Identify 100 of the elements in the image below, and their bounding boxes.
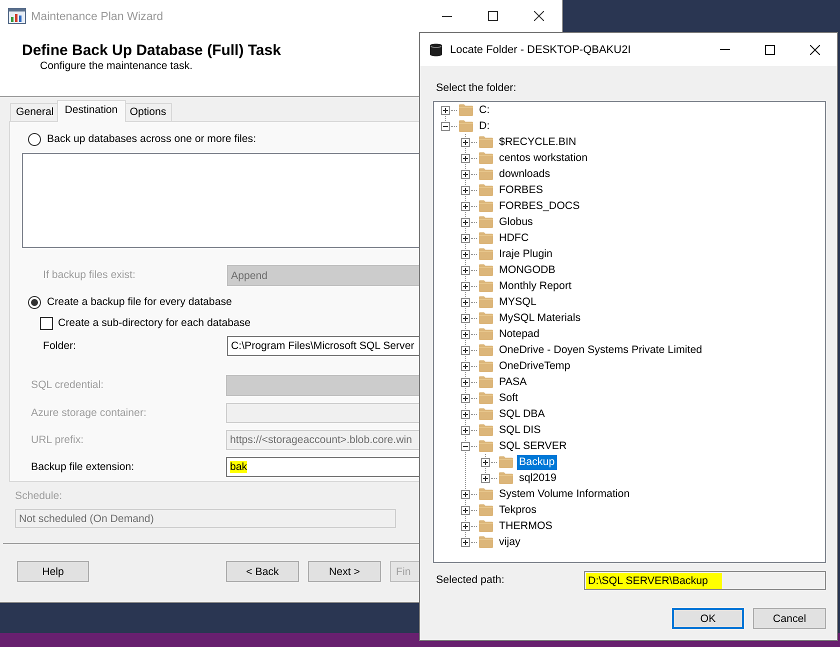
radio-button[interactable] (28, 132, 41, 146)
expand-icon[interactable] (461, 218, 470, 226)
maximize-icon (488, 11, 498, 21)
expand-icon[interactable] (461, 394, 470, 402)
expand-icon[interactable] (461, 362, 470, 370)
option-label: Create a sub-directory for each database (58, 316, 251, 330)
folder-icon (479, 344, 493, 356)
expand-icon[interactable] (481, 474, 490, 482)
field-label: Azure storage container: (31, 406, 146, 420)
tree-item[interactable]: Backup (517, 454, 557, 470)
tree-item[interactable]: SQL DBA (497, 406, 547, 422)
tree-item[interactable]: vijay (497, 534, 522, 550)
nav-button[interactable]: Next > (308, 561, 381, 582)
folder-icon (479, 392, 493, 404)
tree-item[interactable]: downloads (497, 166, 552, 182)
radio-button[interactable] (28, 296, 41, 308)
tree-item[interactable]: Tekpros (497, 502, 538, 518)
tree-item[interactable]: MYSQL (497, 294, 538, 310)
folder-icon (479, 152, 493, 164)
collapse-icon[interactable] (461, 442, 470, 450)
folder-icon (479, 264, 493, 276)
expand-icon[interactable] (461, 426, 470, 434)
window-title: Locate Folder - DESKTOP-QBAKU2I (450, 44, 631, 56)
expand-icon[interactable] (461, 202, 470, 210)
maximize-icon (764, 44, 774, 54)
window-title: Maintenance Plan Wizard (31, 10, 164, 22)
tree-item[interactable]: centos workstation (497, 150, 590, 166)
expand-icon[interactable] (481, 458, 490, 466)
expand-icon[interactable] (461, 522, 470, 530)
path-field[interactable]: D:\SQL SERVER\Backup (584, 571, 826, 590)
tree-item[interactable]: MySQL Materials (497, 310, 583, 326)
folder-icon (499, 456, 513, 468)
folder-icon (479, 520, 493, 532)
expand-icon[interactable] (461, 186, 470, 194)
field-label: Folder: (43, 340, 76, 352)
tree-item[interactable]: Globus (497, 214, 535, 230)
expand-icon[interactable] (441, 106, 450, 114)
expand-icon[interactable] (461, 170, 470, 178)
folder-icon (479, 184, 493, 196)
tree-item[interactable]: sql2019 (517, 470, 558, 486)
folder-icon (479, 232, 493, 244)
tree-item[interactable]: HDFC (497, 230, 531, 246)
expand-icon[interactable] (461, 314, 470, 322)
folder-icon (479, 328, 493, 340)
path-label: Selected path: (436, 574, 504, 587)
schedule-label: Schedule: (15, 490, 62, 503)
tree-item[interactable]: Notepad (497, 326, 542, 342)
tab[interactable]: General (10, 103, 60, 121)
tree-item[interactable]: C: (477, 102, 492, 118)
expand-icon[interactable] (461, 378, 470, 386)
tree-item[interactable]: OneDrive - Doyen Systems Private Limited (497, 342, 704, 358)
tree-item[interactable]: FORBES_DOCS (497, 198, 582, 214)
minimize-icon (720, 49, 730, 50)
tree-item[interactable]: Soft (497, 390, 520, 406)
expand-icon[interactable] (461, 154, 470, 162)
nav-button[interactable]: < Back (226, 561, 299, 582)
tree-item[interactable]: MONGODB (497, 262, 558, 278)
tree-item[interactable]: THERMOS (497, 518, 554, 534)
tree-item[interactable]: System Volume Information (497, 486, 632, 502)
expand-icon[interactable] (461, 330, 470, 338)
database-icon (430, 42, 442, 56)
tree-item[interactable]: Iraje Plugin (497, 246, 554, 262)
tree-item[interactable]: PASA (497, 374, 529, 390)
expand-icon[interactable] (461, 138, 470, 146)
field-label: If backup files exist: (43, 269, 136, 282)
expand-icon[interactable] (461, 266, 470, 274)
tree-item[interactable]: SQL DIS (497, 422, 543, 438)
expand-icon[interactable] (461, 282, 470, 290)
tree-item[interactable]: Monthly Report (497, 278, 574, 294)
option-label: Create a backup file for every database (47, 295, 232, 309)
expand-icon[interactable] (461, 506, 470, 514)
expand-icon[interactable] (461, 298, 470, 306)
folder-icon (479, 440, 493, 452)
tree-item[interactable]: D: (477, 118, 492, 134)
folder-icon (479, 136, 493, 148)
expand-icon[interactable] (461, 346, 470, 354)
dialog-button[interactable]: Cancel (753, 608, 826, 629)
folder-icon (479, 424, 493, 436)
tab[interactable]: Destination (56, 100, 126, 122)
help-button[interactable]: Help (17, 561, 89, 582)
checkbox[interactable] (40, 316, 53, 330)
expand-icon[interactable] (461, 538, 470, 546)
expand-icon[interactable] (461, 234, 470, 242)
expand-icon[interactable] (461, 250, 470, 258)
tree-item[interactable]: OneDriveTemp (497, 358, 572, 374)
expand-icon[interactable] (461, 410, 470, 418)
folder-icon (479, 168, 493, 180)
tab[interactable]: Options (124, 103, 172, 121)
tree-item[interactable]: SQL SERVER (497, 438, 569, 454)
dialog-button[interactable]: OK (672, 608, 744, 629)
expand-icon[interactable] (461, 490, 470, 498)
folder-icon (479, 360, 493, 372)
tree-item[interactable]: FORBES (497, 182, 545, 198)
option-label: Back up databases across one or more files: (47, 132, 256, 146)
folder-prompt: Select the folder: (436, 81, 516, 95)
folder-icon (479, 408, 493, 420)
collapse-icon[interactable] (441, 122, 450, 130)
folder-icon (479, 280, 493, 292)
tree-item[interactable]: $RECYCLE.BIN (497, 134, 578, 150)
close-icon (534, 11, 544, 21)
